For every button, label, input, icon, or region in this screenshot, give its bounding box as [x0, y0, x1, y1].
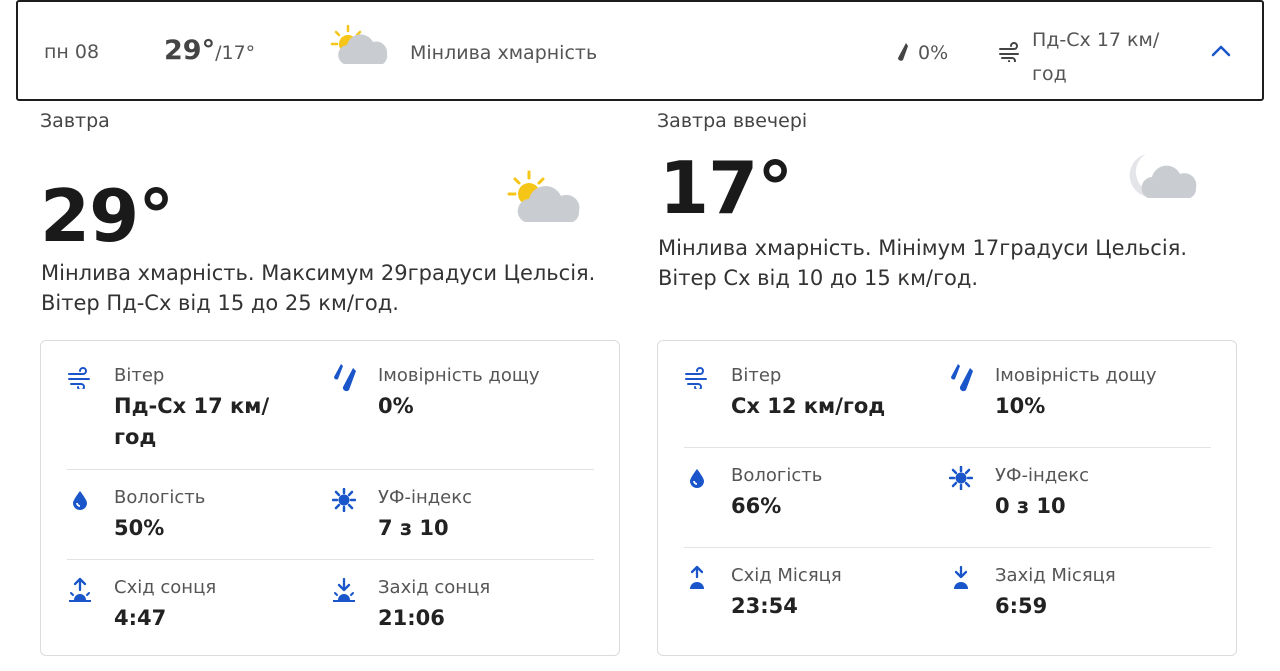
divider	[684, 547, 1211, 548]
uv-icon	[331, 487, 357, 513]
raindrop-icon	[948, 364, 974, 392]
humidity-value: 66%	[731, 494, 782, 518]
humidity-icon	[67, 487, 93, 513]
period-label: Завтра ввечері	[657, 110, 808, 132]
wind-label: Вітер	[731, 365, 782, 386]
wind-value: Пд-Сх 17 км/год	[114, 394, 270, 449]
sunset-value: 21:06	[378, 606, 445, 630]
sunset-label: Захід сонця	[378, 577, 491, 598]
period-label: Завтра	[40, 110, 110, 132]
day-rain-chance: 0%	[918, 42, 949, 64]
humidity-icon	[684, 465, 710, 491]
day-temp-low: /17°	[215, 42, 256, 64]
uv-icon	[948, 465, 974, 491]
divider	[684, 447, 1211, 448]
uv-value: 0 з 10	[995, 494, 1066, 518]
forecast-description: Мінлива хмарність. Максимум 29градуси Це…	[41, 261, 596, 315]
current-temperature: 29°	[40, 174, 174, 258]
wind-icon	[67, 365, 93, 391]
evening-temperature: 17°	[659, 146, 793, 230]
moonrise-icon	[684, 565, 710, 591]
day-summary-row[interactable]: пн 08 29°/17° Мінлива хмарність 0% Пд-Сх…	[16, 0, 1264, 101]
rain-label: Імовірність дощу	[995, 365, 1157, 386]
uv-label: УФ-індекс	[995, 465, 1090, 486]
day-temp-high: 29°	[164, 35, 216, 66]
day-temperature: 29°/17°	[164, 35, 255, 66]
moonrise-value: 23:54	[731, 594, 798, 618]
uv-value: 7 з 10	[378, 516, 449, 540]
rain-value: 0%	[378, 394, 414, 418]
day-date: пн 08	[44, 41, 100, 63]
divider	[67, 559, 594, 560]
details-card: Вітер Пд-Сх 17 км/год Імовірність дощу 0…	[40, 340, 620, 656]
forecast-description: Мінлива хмарність. Мінімум 17градуси Цел…	[658, 236, 1187, 290]
rain-value: 10%	[995, 394, 1046, 418]
wind-value: Сх 12 км/год	[731, 394, 886, 418]
rain-label: Імовірність дощу	[378, 365, 540, 386]
partly-cloudy-icon	[328, 24, 392, 72]
humidity-label: Вологість	[731, 465, 823, 486]
partly-cloudy-night-icon	[1122, 148, 1204, 214]
chevron-up-icon[interactable]	[1208, 38, 1234, 68]
partly-cloudy-icon	[505, 170, 587, 230]
wind-icon	[684, 365, 710, 391]
moonset-label: Захід Місяця	[995, 565, 1116, 586]
sunrise-icon	[67, 577, 93, 603]
wind-icon	[998, 42, 1022, 66]
moonrise-label: Схід Місяця	[731, 565, 842, 586]
humidity-value: 50%	[114, 516, 165, 540]
divider	[67, 469, 594, 470]
raindrop-icon	[894, 42, 910, 66]
day-condition: Мінлива хмарність	[410, 42, 598, 64]
day-wind: Пд-Сх 17 км/год	[1032, 29, 1160, 85]
uv-label: УФ-індекс	[378, 487, 473, 508]
sunrise-value: 4:47	[114, 606, 167, 630]
details-card: Вітер Сх 12 км/год Імовірність дощу 10% …	[657, 340, 1237, 656]
raindrop-icon	[331, 364, 357, 392]
moonset-value: 6:59	[995, 594, 1048, 618]
wind-label: Вітер	[114, 365, 165, 386]
humidity-label: Вологість	[114, 487, 206, 508]
sunrise-label: Схід сонця	[114, 577, 217, 598]
moonset-icon	[948, 565, 974, 591]
sunset-icon	[331, 577, 357, 603]
